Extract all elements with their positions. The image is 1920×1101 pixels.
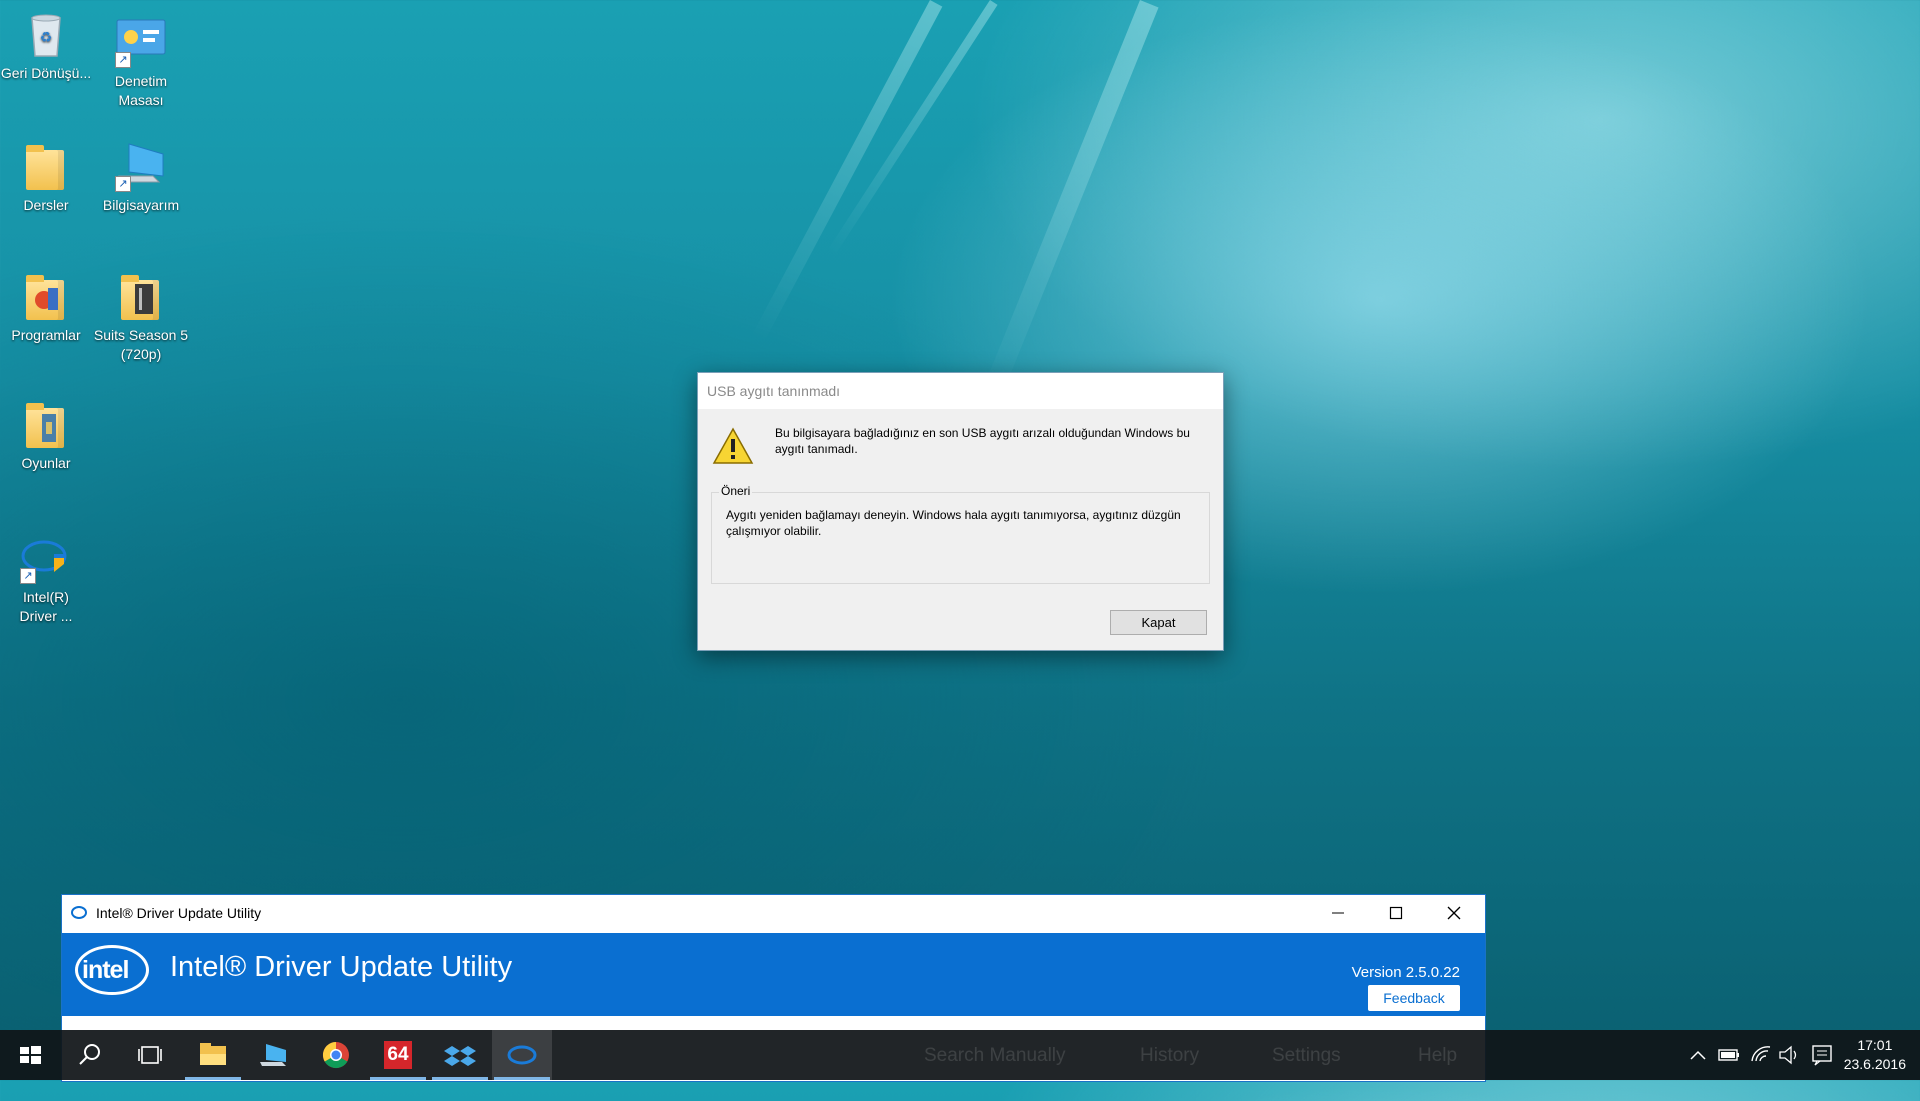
desktop-icon-label: Geri Dönüşü... (0, 65, 92, 81)
aida64-icon-label: 64 (387, 1044, 409, 1065)
light-ray (982, 0, 1159, 397)
desktop-icon-label: Programlar (11, 327, 81, 343)
start-button[interactable] (0, 1030, 60, 1080)
dropbox-app-button[interactable] (430, 1030, 490, 1080)
show-hidden-icons-button[interactable] (1686, 1030, 1710, 1080)
clock-date: 23.6.2016 (1843, 1056, 1906, 1072)
taskbar: Search Manually History Settings Help 64… (0, 1030, 1920, 1080)
chrome-button[interactable] (306, 1030, 366, 1080)
computer-icon: ↗ (115, 140, 167, 192)
desktop-icon-recycle-bin[interactable]: ♻ Geri Dönüşü... (0, 8, 94, 83)
shortcut-arrow-icon: ↗ (115, 176, 131, 192)
wifi-icon[interactable] (1748, 1030, 1774, 1080)
desktop-icon-control-panel[interactable]: ↗ Denetim Masası (93, 16, 189, 110)
maximize-button[interactable] (1367, 895, 1425, 931)
intel-app-icon (71, 906, 87, 919)
suggestion-group: Öneri Aygıtı yeniden bağlamayı deneyin. … (711, 484, 1210, 584)
folder-icon (20, 140, 72, 192)
system-clock[interactable]: 17:01 23.6.2016 (1844, 1036, 1906, 1074)
warning-icon (712, 427, 754, 465)
computer-taskbar-button[interactable] (244, 1030, 304, 1080)
dialog-title[interactable]: USB aygıtı tanınmadı (698, 373, 1223, 409)
ghost-settings: Settings (1272, 1045, 1341, 1066)
desktop-icon-label: Oyunlar (21, 455, 71, 471)
folder-icon (20, 398, 72, 450)
desktop-icon-label: Denetim Masası (114, 73, 168, 108)
recycle-bin-icon: ♻ (20, 8, 72, 60)
intel-driver-icon: ↗ (20, 532, 72, 584)
intel-app-title: Intel® Driver Update Utility (170, 951, 513, 983)
desktop-icon-label: Suits Season 5 (720p) (93, 327, 189, 362)
desktop-icon-suits[interactable]: Suits Season 5 (720p) (93, 270, 189, 364)
intel-taskbar-button[interactable] (492, 1030, 552, 1080)
window-close-button[interactable] (1425, 895, 1483, 931)
volume-icon[interactable] (1776, 1030, 1802, 1080)
control-panel-icon: ↗ (115, 16, 167, 68)
version-label: Version 2.5.0.22 (1351, 964, 1460, 981)
suggestion-group-label: Öneri (719, 484, 753, 498)
folder-icon (20, 270, 72, 322)
desktop-icon-computer[interactable]: ↗ Bilgisayarım (93, 140, 189, 215)
desktop-icon-label: Bilgisayarım (102, 197, 180, 213)
minimize-button[interactable] (1309, 895, 1367, 931)
close-button[interactable]: Kapat (1110, 610, 1207, 635)
desktop-icon-oyunlar[interactable]: Oyunlar (0, 398, 94, 473)
shortcut-arrow-icon: ↗ (115, 52, 131, 68)
task-view-button[interactable] (120, 1030, 180, 1080)
search-button[interactable] (60, 1030, 120, 1080)
dialog-message: Bu bilgisayara bağladığınız en son USB a… (775, 426, 1190, 456)
aida64-icon: 64 (384, 1041, 412, 1069)
intel-window-title: Intel® Driver Update Utility (96, 905, 262, 921)
aida64-button[interactable]: 64 (368, 1030, 428, 1080)
intel-logo: intel (75, 945, 149, 995)
feedback-button[interactable]: Feedback (1368, 985, 1460, 1011)
ghost-search-manually: Search Manually (924, 1045, 1066, 1066)
ghost-help: Help (1418, 1045, 1458, 1066)
file-explorer-button[interactable] (183, 1030, 243, 1080)
folder-icon (115, 270, 167, 322)
light-ray (751, 0, 943, 343)
desktop-icon-intel-driver[interactable]: ↗ Intel(R) Driver ... (0, 532, 94, 626)
intel-header-banner: intel Intel® Driver Update Utility Versi… (62, 933, 1485, 1016)
usb-error-dialog: USB aygıtı tanınmadı Bu bilgisayara bağl… (697, 372, 1224, 651)
svg-text:♻: ♻ (40, 29, 53, 45)
desktop-icon-label: Dersler (23, 197, 69, 213)
shortcut-arrow-icon: ↗ (20, 568, 36, 584)
battery-icon[interactable] (1716, 1030, 1742, 1080)
intel-logo-text: intel (82, 956, 129, 984)
intel-window-titlebar[interactable]: Intel® Driver Update Utility (62, 895, 1485, 931)
ghost-history: History (1140, 1045, 1200, 1066)
suggestion-text: Aygıtı yeniden bağlamayı deneyin. Window… (726, 508, 1181, 538)
clock-time: 17:01 (1857, 1037, 1893, 1053)
desktop-icon-label: Intel(R) Driver ... (19, 589, 73, 624)
desktop-icon-dersler[interactable]: Dersler (0, 140, 94, 215)
notification-center-icon[interactable] (1808, 1030, 1836, 1080)
desktop-icon-programlar[interactable]: Programlar (0, 270, 94, 345)
